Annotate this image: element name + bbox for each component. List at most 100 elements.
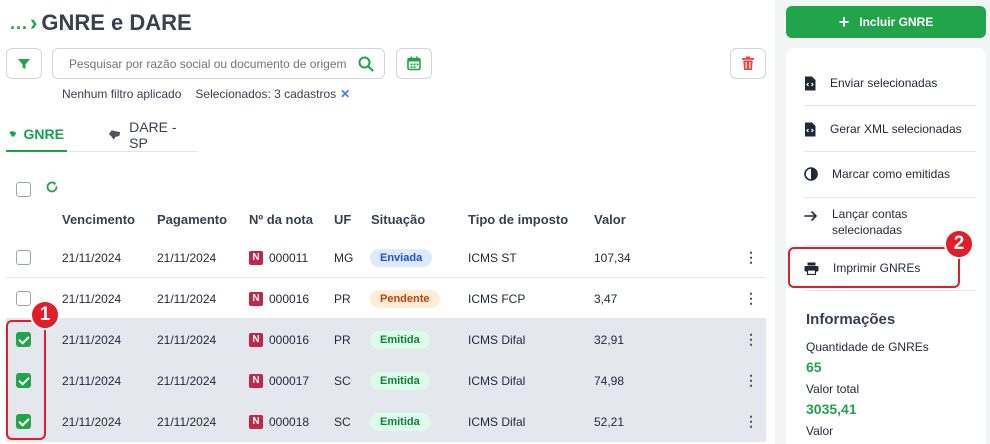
- menu-item-label: Gerar XML selecionadas: [830, 122, 962, 136]
- nfe-badge-icon: N: [249, 250, 263, 265]
- select-all-checkbox[interactable]: [16, 182, 31, 197]
- annotation-box-2: [788, 247, 960, 288]
- calendar-button[interactable]: [396, 48, 432, 79]
- annotation-badge-2: 2: [944, 229, 974, 259]
- table-row[interactable]: 21/11/2024 21/11/2024 N 000017 SC Emitida…: [6, 360, 766, 401]
- annotation-badge-1: 1: [30, 300, 60, 330]
- valor-cell: 32,91: [594, 332, 625, 347]
- valor-cell: 3,47: [594, 291, 618, 306]
- info-title: Informações: [806, 311, 896, 328]
- nota-number: 000018: [269, 414, 310, 429]
- valor-cell: 74,98: [594, 373, 625, 388]
- row-menu-icon[interactable]: ⋮: [744, 372, 758, 389]
- col-pagamento[interactable]: Pagamento: [157, 212, 227, 227]
- menu-item-enviar[interactable]: Enviar selecionadas: [804, 74, 976, 92]
- vencimento-cell: 21/11/2024: [62, 332, 122, 347]
- table-row[interactable]: 21/11/2024 21/11/2024 N 000016 PR Emitida…: [6, 319, 766, 360]
- page-title: GNRE e DARE: [41, 10, 192, 35]
- tipo-cell: ICMS Difal: [468, 414, 526, 429]
- nfe-badge-icon: N: [249, 373, 263, 388]
- filter-status-text: Nenhum filtro aplicado: [62, 87, 182, 101]
- tab-gnre-label: GNRE: [23, 126, 64, 142]
- row-menu-icon[interactable]: ⋮: [744, 413, 758, 430]
- half-circle-icon: [804, 167, 818, 181]
- uf-cell: SC: [334, 373, 351, 388]
- table-body: 21/11/2024 21/11/2024 N 000011 MG Enviada…: [6, 237, 766, 442]
- col-nota[interactable]: Nº da nota: [249, 212, 313, 227]
- include-gnre-button[interactable]: + Incluir GNRE: [786, 6, 986, 38]
- uf-cell: PR: [334, 332, 351, 347]
- nota-cell: N 000011: [249, 237, 308, 278]
- col-tipo-imposto[interactable]: Tipo de imposto: [468, 212, 568, 227]
- tipo-cell: ICMS FCP: [468, 291, 526, 306]
- col-vencimento[interactable]: Vencimento: [62, 212, 135, 227]
- status-badge: Pendente: [370, 289, 440, 308]
- clear-selection-icon[interactable]: ✕: [340, 87, 350, 101]
- table-row[interactable]: 21/11/2024 21/11/2024 N 000011 MG Enviada…: [6, 237, 766, 278]
- delete-button[interactable]: [730, 48, 766, 79]
- filter-icon: [18, 58, 30, 69]
- search-input[interactable]: [53, 49, 348, 78]
- nfe-badge-icon: N: [249, 332, 263, 347]
- vencimento-cell: 21/11/2024: [62, 291, 122, 306]
- annotation-box-1: [6, 320, 46, 440]
- status-badge: Emitida: [370, 412, 430, 431]
- status-badge: Emitida: [370, 371, 430, 390]
- breadcrumb-dots[interactable]: ...: [10, 13, 28, 34]
- row-menu-icon[interactable]: ⋮: [744, 331, 758, 348]
- row-checkbox[interactable]: [16, 291, 31, 306]
- vencimento-cell: 21/11/2024: [62, 414, 122, 429]
- row-menu-icon[interactable]: ⋮: [744, 290, 758, 307]
- tipo-cell: ICMS ST: [468, 250, 517, 265]
- plus-icon: +: [838, 12, 850, 32]
- nfe-badge-icon: N: [249, 414, 263, 429]
- menu-divider: [804, 151, 976, 152]
- table-row[interactable]: 21/11/2024 21/11/2024 N 000016 PR Pendent…: [6, 278, 766, 319]
- tabs: GNRE DARE - SP: [6, 118, 198, 152]
- pagamento-cell: 21/11/2024: [157, 291, 217, 306]
- table-header: Vencimento Pagamento Nº da nota UF Situa…: [0, 210, 775, 230]
- col-uf[interactable]: UF: [334, 212, 351, 227]
- menu-item-marcar-emitidas[interactable]: Marcar como emitidas: [804, 165, 976, 183]
- table-row[interactable]: 21/11/2024 21/11/2024 N 000018 SC Emitida…: [6, 401, 766, 442]
- col-valor[interactable]: Valor: [594, 212, 626, 227]
- vencimento-cell: 21/11/2024: [62, 373, 122, 388]
- nota-cell: N 000016: [249, 319, 309, 360]
- row-checkbox[interactable]: [16, 250, 31, 265]
- pagamento-cell: 21/11/2024: [157, 373, 217, 388]
- tab-gnre[interactable]: GNRE: [6, 118, 67, 152]
- status-badge: Emitida: [370, 330, 430, 349]
- filter-button[interactable]: [6, 48, 42, 79]
- nota-cell: N 000018: [249, 401, 309, 442]
- nota-cell: N 000017: [249, 360, 309, 401]
- refresh-icon[interactable]: [45, 180, 59, 194]
- main-content: ... › GNRE e DARE Nenhum filtro aplicado…: [0, 0, 775, 444]
- pagamento-cell: 21/11/2024: [157, 414, 217, 429]
- sao-paulo-map-icon: [108, 130, 121, 140]
- search-box: [52, 48, 385, 79]
- col-situacao[interactable]: Situação: [371, 212, 425, 227]
- nfe-badge-icon: N: [249, 291, 263, 306]
- nota-number: 000011: [269, 250, 309, 265]
- menu-item-gerar-xml[interactable]: Gerar XML selecionadas: [804, 120, 976, 138]
- nota-number: 000017: [269, 373, 310, 388]
- status-badge: Enviada: [370, 248, 433, 267]
- app-root: ... › GNRE e DARE Nenhum filtro aplicado…: [0, 0, 990, 444]
- search-icon[interactable]: [348, 56, 384, 72]
- breadcrumb-chevron-icon: ›: [30, 10, 38, 35]
- uf-cell: PR: [334, 291, 351, 306]
- tipo-cell: ICMS Difal: [468, 332, 526, 347]
- valor-cell: 52,21: [594, 414, 625, 429]
- row-menu-icon[interactable]: ⋮: [744, 249, 758, 266]
- tab-dare-sp-label: DARE - SP: [129, 119, 177, 151]
- file-code-icon: [805, 122, 816, 136]
- pagamento-cell: 21/11/2024: [157, 332, 217, 347]
- arrow-right-icon: [804, 211, 818, 221]
- tab-dare-sp[interactable]: DARE - SP: [105, 118, 198, 152]
- brazil-map-icon: [9, 131, 17, 137]
- uf-cell: SC: [334, 414, 351, 429]
- menu-item-label: Lançar contas selecionadas: [832, 207, 908, 237]
- tipo-cell: ICMS Difal: [468, 373, 526, 388]
- selected-count-text: Selecionados: 3 cadastros: [195, 87, 337, 101]
- selected-count: Selecionados: 3 cadastros ✕: [195, 87, 350, 101]
